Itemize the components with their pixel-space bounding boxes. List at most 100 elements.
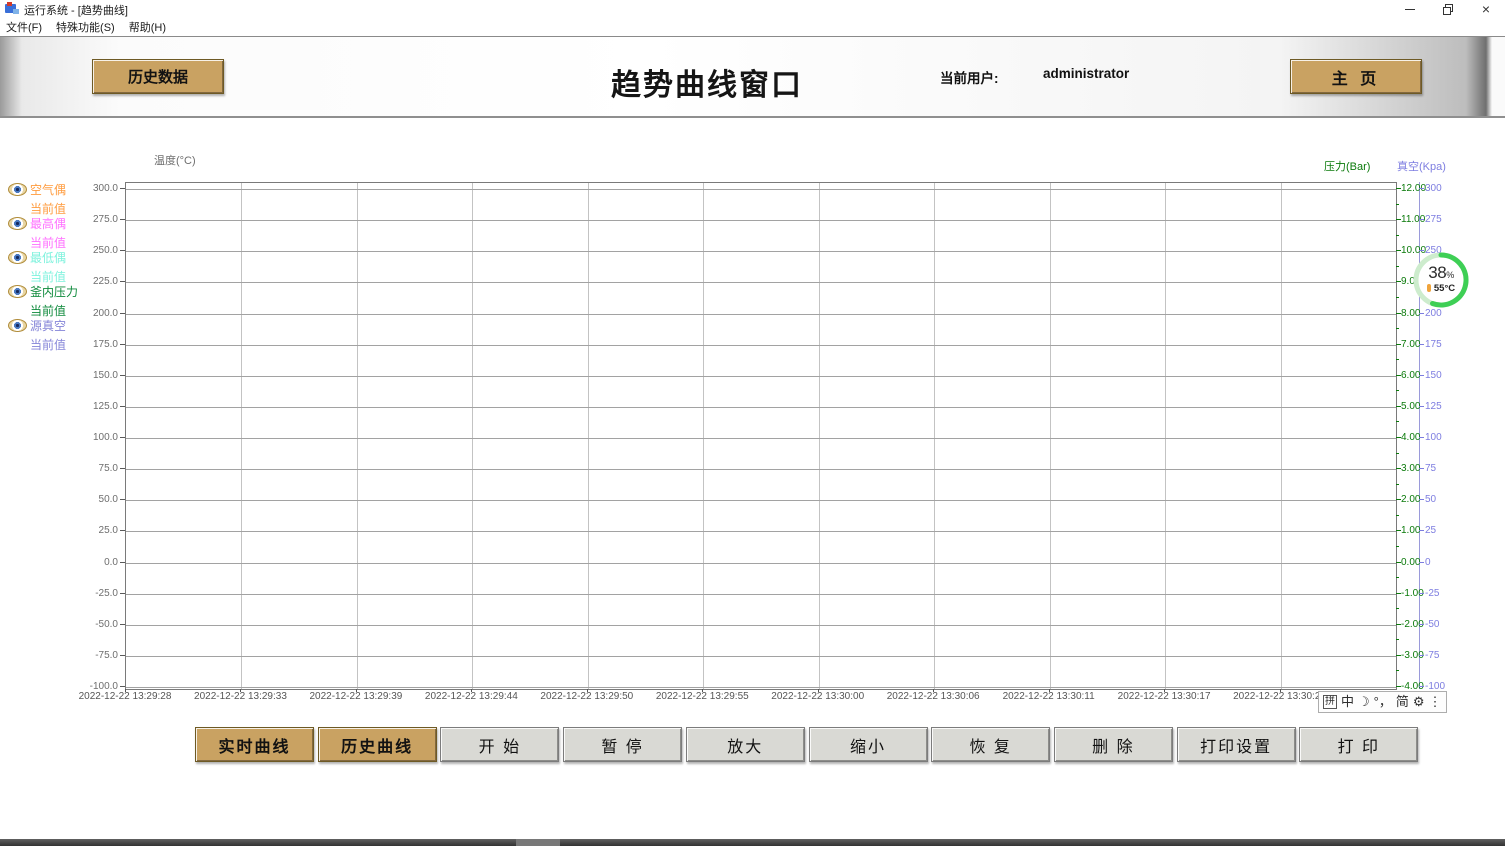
- pressure-axis-title: 压力(Bar): [1324, 158, 1370, 174]
- toolbar-button-5[interactable]: 缩小: [809, 727, 928, 762]
- menu-item-0[interactable]: 文件(F): [0, 18, 50, 34]
- thermometer-icon: [1427, 284, 1431, 292]
- time-tick-mark: [125, 689, 126, 692]
- pressure-tick-label: 0.00: [1401, 557, 1420, 568]
- toolbar-button-2[interactable]: 开 始: [440, 727, 559, 762]
- ime-item-1[interactable]: 中: [1341, 695, 1354, 709]
- pressure-tick-label: 2.00: [1401, 494, 1420, 505]
- ime-item-6[interactable]: ⋮: [1429, 695, 1442, 709]
- time-tick-label: 2022-12-22 13:30:22: [1233, 691, 1326, 702]
- temperature-tick-label: 100.0: [55, 432, 118, 443]
- pressure-tick-label: 8.00: [1401, 308, 1420, 319]
- vacuum-tick-label: 125: [1425, 401, 1442, 412]
- pressure-minor-tick-mark: [1396, 484, 1399, 485]
- vertical-gridline: [934, 183, 935, 689]
- legend-series-name: 釜内压力: [30, 283, 78, 300]
- ime-item-4[interactable]: 简: [1396, 695, 1409, 709]
- vertical-gridline: [703, 183, 704, 689]
- temperature-tick-mark: [120, 375, 125, 376]
- minimize-icon[interactable]: [1391, 0, 1429, 18]
- legend-series-name: 源真空: [30, 317, 66, 334]
- temperature-tick-mark: [120, 188, 125, 189]
- temperature-tick-mark: [120, 437, 125, 438]
- home-button[interactable]: 主 页: [1290, 59, 1422, 94]
- close-icon[interactable]: ×: [1467, 0, 1505, 18]
- temperature-tick-label: 0.0: [55, 557, 118, 568]
- taskbar-edge[interactable]: [0, 839, 1505, 846]
- vacuum-tick-label: 25: [1425, 525, 1436, 536]
- vacuum-tick-label: 0: [1425, 557, 1431, 568]
- toolbar-button-6[interactable]: 恢 复: [931, 727, 1050, 762]
- restore-icon[interactable]: [1429, 0, 1467, 18]
- vacuum-tick-mark: [1419, 593, 1424, 594]
- menu-item-2[interactable]: 帮助(H): [123, 18, 174, 34]
- toolbar-button-3[interactable]: 暂 停: [563, 727, 682, 762]
- horizontal-gridline: [126, 189, 1396, 190]
- vacuum-tick-mark: [1419, 468, 1424, 469]
- pressure-minor-tick-mark: [1396, 359, 1399, 360]
- toolbar-button-1[interactable]: 历史曲线: [318, 727, 437, 762]
- pressure-minor-tick-mark: [1396, 421, 1399, 422]
- vertical-gridline: [1281, 183, 1282, 689]
- ime-item-5[interactable]: ⚙: [1413, 695, 1425, 709]
- toolbar-button-9[interactable]: 打 印: [1299, 727, 1418, 762]
- pressure-minor-tick-mark: [1396, 297, 1399, 298]
- ime-item-3[interactable]: °，: [1374, 695, 1392, 709]
- current-user-label: 当前用户:: [940, 67, 999, 87]
- horizontal-gridline: [126, 438, 1396, 439]
- window-title: 运行系统 - [趋势曲线]: [24, 2, 128, 18]
- vacuum-tick-label: 100: [1425, 432, 1442, 443]
- vertical-gridline: [1050, 183, 1051, 689]
- pressure-tick-mark: [1396, 655, 1401, 656]
- temperature-tick-mark: [120, 219, 125, 220]
- pressure-minor-tick-mark: [1396, 515, 1399, 516]
- vertical-gridline: [1165, 183, 1166, 689]
- temperature-tick-label: 150.0: [55, 370, 118, 381]
- time-tick-label: 2022-12-22 13:29:50: [540, 691, 633, 702]
- time-tick-mark: [818, 689, 819, 692]
- eye-icon[interactable]: [8, 183, 27, 196]
- temperature-tick-mark: [120, 406, 125, 407]
- toolbar-button-8[interactable]: 打印设置: [1177, 727, 1296, 762]
- time-tick-mark: [1280, 689, 1281, 692]
- pressure-tick-mark: [1396, 468, 1401, 469]
- pressure-tick-mark: [1396, 281, 1401, 282]
- current-user-value: administrator: [1043, 66, 1129, 81]
- toolbar-button-4[interactable]: 放大: [686, 727, 805, 762]
- horizontal-gridline: [126, 376, 1396, 377]
- horizontal-gridline: [126, 594, 1396, 595]
- temperature-tick-mark: [120, 686, 125, 687]
- menu-item-1[interactable]: 特殊功能(S): [50, 18, 123, 34]
- pressure-tick-mark: [1396, 313, 1401, 314]
- time-tick-label: 2022-12-22 13:29:44: [425, 691, 518, 702]
- temperature-tick-label: -50.0: [55, 619, 118, 630]
- ime-item-0[interactable]: 拼: [1323, 695, 1337, 709]
- taskbar-segment: [516, 839, 560, 846]
- vacuum-tick-label: -75: [1425, 650, 1439, 661]
- eye-icon[interactable]: [8, 319, 27, 332]
- ime-toolbar[interactable]: 拼中 ☽ °， 简 ⚙ ⋮: [1318, 691, 1447, 713]
- temperature-tick-mark: [120, 468, 125, 469]
- performance-overlay-widget[interactable]: 38% 55°C: [1412, 251, 1470, 309]
- pressure-tick-mark: [1396, 593, 1401, 594]
- legend-item-name-row: 源真空: [8, 317, 118, 334]
- eye-icon[interactable]: [8, 217, 27, 230]
- legend-item-0: 空气偶当前值: [8, 181, 118, 217]
- time-tick-mark: [702, 689, 703, 692]
- ime-item-2[interactable]: ☽: [1358, 695, 1370, 709]
- temperature-tick-label: -25.0: [55, 588, 118, 599]
- pressure-minor-tick-mark: [1396, 670, 1399, 671]
- pressure-minor-tick-mark: [1396, 453, 1399, 454]
- vertical-gridline: [819, 183, 820, 689]
- toolbar-button-0[interactable]: 实时曲线: [195, 727, 314, 762]
- pressure-minor-tick-mark: [1396, 608, 1399, 609]
- toolbar-button-7[interactable]: 删 除: [1054, 727, 1173, 762]
- pressure-tick-mark: [1396, 188, 1401, 189]
- legend-item-name-row: 最高偶: [8, 215, 118, 232]
- eye-icon[interactable]: [8, 285, 27, 298]
- pressure-minor-tick-mark: [1396, 546, 1399, 547]
- temperature-tick-label: 125.0: [55, 401, 118, 412]
- time-tick-label: 2022-12-22 13:29:28: [79, 691, 172, 702]
- titlebar: 运行系统 - [趋势曲线] ×: [0, 0, 1505, 18]
- eye-icon[interactable]: [8, 251, 27, 264]
